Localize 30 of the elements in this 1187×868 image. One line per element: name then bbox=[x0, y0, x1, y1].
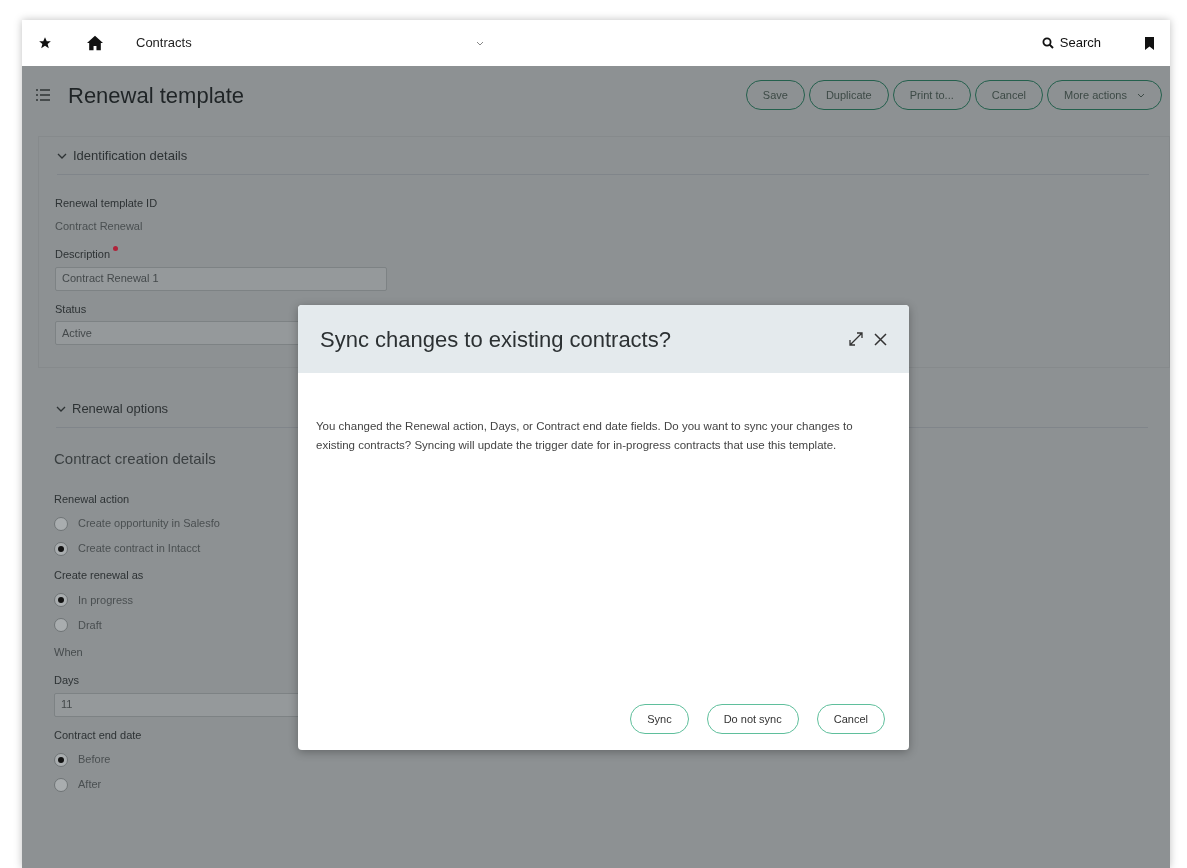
radio-label: After bbox=[78, 777, 102, 793]
dialog-message: You changed the Renewal action, Days, or Contract end date fields. Do you want to sync your changes to existing contracts? Syncing will update the trigger date for in-progress contracts that use this template. bbox=[316, 419, 854, 453]
search-icon bbox=[1041, 37, 1054, 49]
field-label: Renewal action bbox=[54, 491, 131, 507]
radio-label: In progress bbox=[78, 592, 134, 608]
star-icon[interactable] bbox=[38, 36, 52, 50]
radio-label: Before bbox=[78, 752, 111, 768]
radio-label: Create opportunity in Salesfo bbox=[78, 516, 220, 532]
close-icon[interactable] bbox=[874, 332, 887, 346]
section-header[interactable]: Identification details bbox=[57, 137, 1149, 175]
field-label: Renewal template ID bbox=[55, 196, 159, 211]
bookmark-icon[interactable] bbox=[1145, 36, 1154, 50]
chevron-down-icon[interactable] bbox=[476, 40, 484, 46]
module-name[interactable]: Contracts bbox=[136, 33, 476, 53]
search-button[interactable]: Search bbox=[1041, 33, 1101, 53]
radio-label: Draft bbox=[78, 617, 102, 633]
field-caption: When bbox=[54, 644, 84, 660]
input-field[interactable]: Contract Renewal 1 bbox=[55, 266, 387, 291]
expand-icon[interactable] bbox=[848, 331, 864, 347]
field-label: Description bbox=[55, 247, 111, 262]
subheading: Contract creation details bbox=[54, 449, 217, 469]
field-label: Create renewal as bbox=[54, 568, 145, 583]
page-title: Renewal template bbox=[68, 81, 245, 110]
field-label: Contract end date bbox=[54, 727, 143, 743]
radio-label: Create contract in Intacct bbox=[78, 541, 201, 557]
home-icon[interactable] bbox=[86, 35, 104, 51]
field-label: Status bbox=[55, 301, 87, 317]
field-label: Days bbox=[54, 673, 80, 688]
menu-icon[interactable] bbox=[36, 89, 50, 101]
field-value: Contract Renewal bbox=[55, 218, 144, 234]
